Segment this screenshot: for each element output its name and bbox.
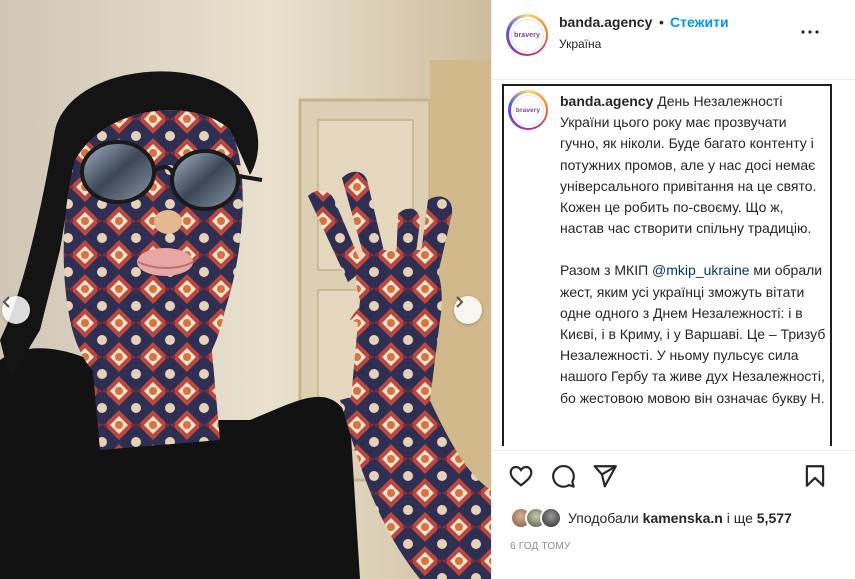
post-location[interactable]: Україна [559, 37, 601, 51]
share-button[interactable] [592, 463, 618, 489]
carousel-prev-button[interactable] [2, 296, 30, 324]
follow-button[interactable]: Стежити [670, 14, 729, 30]
likes-text: Уподобали kamenska.n і ще 5,577 [568, 510, 792, 526]
save-button[interactable] [802, 463, 828, 489]
liker-username[interactable]: kamenska.n [643, 510, 723, 526]
photo-illustration [0, 0, 491, 579]
send-icon [593, 465, 617, 488]
caption-body-1: День Незалежності України цього року має… [560, 93, 817, 237]
comment-icon [552, 465, 575, 488]
avatar[interactable]: bravery [506, 14, 548, 56]
post-username[interactable]: banda.agency [559, 14, 652, 30]
likes-middle: і ще [722, 510, 757, 526]
chevron-left-icon [2, 296, 10, 308]
caption-paragraph-1: banda.agency День Незалежності України ц… [560, 91, 828, 239]
likes-count[interactable]: 5,577 [757, 510, 792, 526]
chevron-right-icon [456, 296, 464, 308]
caption-paragraph-2: Разом з МКІП @mkip_ukraine ми обрали жес… [560, 260, 828, 408]
caption-text: banda.agency День Незалежності України ц… [560, 91, 828, 409]
carousel-next-button[interactable] [454, 296, 482, 324]
caption-username[interactable]: banda.agency [560, 93, 653, 109]
caption-avatar-logo: bravery [512, 94, 544, 126]
more-options-button[interactable] [798, 20, 822, 44]
post-timestamp[interactable]: 6 ГОД ТОМУ [510, 541, 570, 552]
like-button[interactable] [508, 463, 534, 489]
post-header: bravery banda.agency • Стежити Україна [492, 0, 855, 80]
avatar-logo: bravery [510, 18, 544, 52]
mention-link[interactable]: @mkip_ukraine [652, 262, 749, 278]
caption-avatar-inner: bravery [510, 92, 546, 128]
caption-avatar[interactable]: bravery [508, 90, 548, 130]
bookmark-icon [805, 465, 825, 487]
caption-body-2b: ми обрали жест, яким усі українці зможут… [560, 262, 826, 406]
post-details-panel: bravery banda.agency • Стежити Україна b… [491, 0, 855, 579]
caption-body-2a: Разом з МКІП [560, 262, 653, 279]
likes-summary: Уподобали kamenska.n і ще 5,577 [510, 507, 850, 531]
heart-icon [509, 465, 533, 487]
caption-section: bravery banda.agency День Незалежності У… [502, 84, 832, 446]
action-bar [492, 450, 855, 502]
post-photo [0, 0, 491, 579]
avatar-inner: bravery [508, 16, 546, 54]
comment-button[interactable] [550, 463, 576, 489]
likes-prefix: Уподобали [568, 510, 643, 526]
separator-dot: • [659, 14, 664, 30]
liker-avatar[interactable] [540, 507, 562, 529]
more-horizontal-icon [801, 30, 819, 34]
